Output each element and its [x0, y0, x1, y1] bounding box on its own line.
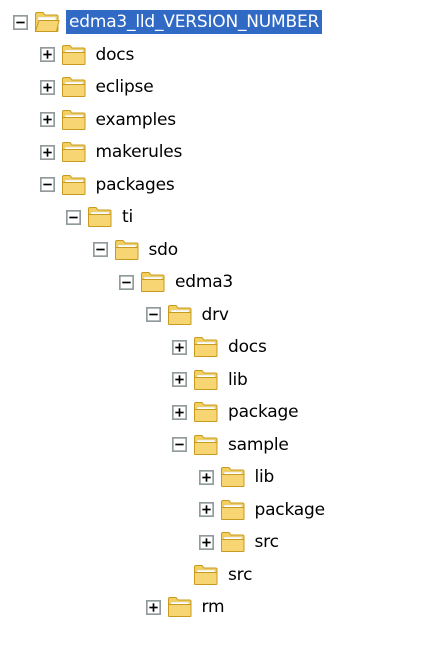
- folder-icon: [167, 304, 191, 325]
- folder-icon: [220, 467, 244, 487]
- tree-node-makerules[interactable]: makerules: [39, 136, 186, 168]
- tree-node-label: rm: [201, 597, 225, 617]
- tree-node-docs[interactable]: docs: [172, 331, 270, 363]
- folder-icon: [220, 532, 244, 552]
- folder-icon: [194, 434, 218, 455]
- tree-node-label: edma3: [175, 272, 234, 292]
- folder-icon: [61, 109, 85, 130]
- folder-open-icon: [34, 12, 60, 32]
- tree-node-label: src: [228, 564, 253, 585]
- expand-icon[interactable]: [172, 372, 187, 387]
- folder-icon: [220, 499, 244, 520]
- folder-icon: [194, 337, 218, 357]
- tree-node-packages[interactable]: packages: [39, 169, 178, 201]
- tree-node-label: examples: [95, 109, 177, 130]
- expand-icon[interactable]: [198, 502, 214, 517]
- folder-icon: [61, 77, 85, 97]
- folder-icon: [194, 369, 218, 390]
- folder-icon: [88, 207, 112, 227]
- folder-icon: [61, 44, 85, 65]
- expand-icon[interactable]: [172, 339, 187, 355]
- expand-icon[interactable]: [198, 469, 214, 485]
- collapse-icon[interactable]: [66, 209, 81, 225]
- tree-node-label: lib: [254, 467, 275, 487]
- expand-icon[interactable]: [172, 404, 187, 420]
- collapse-icon[interactable]: [92, 242, 108, 257]
- tree-node-label: eclipse: [95, 77, 154, 97]
- tree-node-label: ti: [122, 207, 133, 227]
- tree-node-label: makerules: [95, 142, 183, 162]
- folder-tree: edma3_lld_VERSION_NUMBERdocs eclipse examp…: [0, 0, 430, 648]
- tree-node-src[interactable]: src: [172, 559, 255, 591]
- folder-icon: [194, 402, 218, 422]
- tree-node-package[interactable]: package: [198, 494, 328, 526]
- tree-node-label: lib: [228, 369, 248, 390]
- tree-node-package[interactable]: package: [172, 396, 301, 428]
- expand-icon[interactable]: [39, 144, 55, 160]
- tree-node-label: package: [254, 499, 326, 520]
- tree-node-docs[interactable]: docs: [39, 39, 138, 71]
- folder-icon: [141, 272, 165, 292]
- tree-node-eclipse[interactable]: eclipse: [39, 71, 157, 103]
- folder-icon: [114, 239, 138, 260]
- tree-node-ti[interactable]: ti: [66, 201, 136, 233]
- tree-node-label: sample: [228, 434, 289, 455]
- tree-node-lib[interactable]: lib: [172, 364, 251, 396]
- collapse-icon[interactable]: [119, 274, 134, 290]
- tree-node-label: src: [254, 532, 279, 552]
- folder-icon: [61, 174, 85, 195]
- expand-icon[interactable]: [39, 79, 55, 95]
- tree-node-label: docs: [95, 44, 135, 65]
- expand-icon[interactable]: [39, 112, 55, 127]
- tree-node-rm[interactable]: rm: [145, 591, 228, 623]
- tree-node-src[interactable]: src: [198, 526, 282, 558]
- tree-node-label: packages: [95, 174, 175, 195]
- tree-node-label: sdo: [148, 239, 179, 260]
- tree-node-sample[interactable]: sample: [172, 429, 292, 461]
- expand-icon[interactable]: [198, 534, 214, 550]
- tree-node-drv[interactable]: drv: [145, 299, 232, 331]
- tree-node-label: drv: [201, 304, 229, 325]
- collapse-icon[interactable]: [145, 307, 161, 322]
- tree-node-edma3-lld-version-number[interactable]: edma3_lld_VERSION_NUMBER: [13, 6, 323, 38]
- tree-node-label: edma3_lld_VERSION_NUMBER: [66, 10, 323, 34]
- tree-node-edma3[interactable]: edma3: [119, 266, 236, 298]
- tree-node-label: package: [228, 402, 299, 422]
- expand-icon[interactable]: [145, 599, 161, 615]
- tree-node-examples[interactable]: examples: [39, 104, 179, 136]
- folder-icon: [61, 142, 85, 162]
- collapse-icon[interactable]: [13, 14, 28, 30]
- collapse-icon[interactable]: [39, 177, 55, 192]
- folder-icon: [167, 597, 191, 617]
- tree-node-sdo[interactable]: sdo: [92, 234, 181, 266]
- expand-icon[interactable]: [39, 47, 55, 62]
- folder-icon: [194, 564, 218, 585]
- tree-node-label: docs: [228, 337, 267, 357]
- tree-node-lib[interactable]: lib: [198, 461, 278, 493]
- collapse-icon[interactable]: [172, 437, 187, 452]
